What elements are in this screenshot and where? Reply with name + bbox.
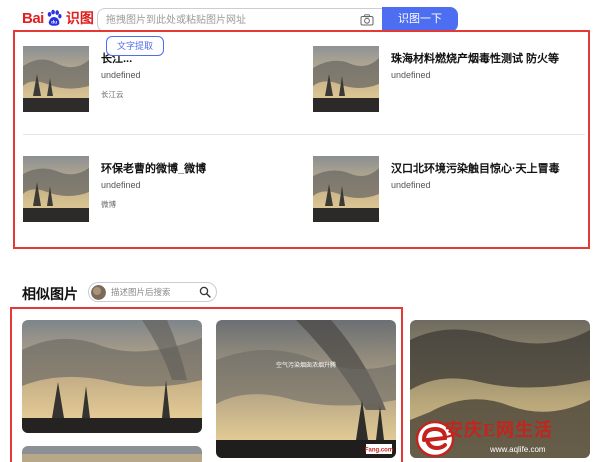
identify-results-panel: 长江... undefined 长江云 珠海材料燃烧产烟毒性测试 防火等 und… (13, 30, 590, 249)
logo-text: Bai (22, 9, 44, 27)
result-thumbnail[interactable] (313, 46, 379, 112)
image-caption: 空气污染烟囱浓烟升腾 (275, 363, 336, 369)
similar-image[interactable]: Fang.com 空气污染烟囱浓烟升腾 (216, 320, 396, 458)
result-card[interactable]: 长江... undefined 长江云 (23, 46, 293, 130)
result-source: 微博 (101, 200, 116, 209)
result-card[interactable]: 环保老曹的微博_微博 undefined 微博 (23, 156, 293, 240)
top-header: Bai du 识图 识图一下 (0, 0, 600, 34)
result-subtitle: undefined (101, 180, 141, 190)
result-title[interactable]: 汉口北环境污染触目惊心·天上冒毒 (391, 160, 560, 176)
result-subtitle: undefined (101, 70, 141, 80)
watermark-url: www.aqlife.com (490, 445, 546, 454)
image-url-input[interactable] (106, 9, 351, 31)
result-subtitle: undefined (391, 70, 431, 80)
watermark-brand: 安庆E网生活 (445, 420, 554, 440)
result-title[interactable]: 珠海材料燃烧产烟毒性测试 防火等 (391, 50, 559, 66)
logo-subtitle: 识图 (65, 10, 94, 26)
search-button[interactable]: 识图一下 (382, 7, 458, 32)
similar-images-title: 相似图片 (22, 286, 78, 302)
result-card[interactable]: 汉口北环境污染触目惊心·天上冒毒 undefined (313, 156, 583, 240)
paw-icon: du (47, 9, 62, 26)
result-thumbnail[interactable] (23, 46, 89, 112)
result-source: 长江云 (101, 90, 124, 99)
text-extract-button[interactable]: 文字提取 (106, 36, 164, 56)
result-card[interactable]: 珠海材料燃烧产烟毒性测试 防火等 undefined (313, 46, 583, 130)
result-title[interactable]: 环保老曹的微博_微博 (101, 160, 206, 176)
similar-image[interactable] (22, 320, 202, 433)
baidu-logo[interactable]: Bai du 识图 (22, 8, 94, 28)
image-search-box (97, 8, 382, 32)
svg-text:du: du (51, 20, 57, 26)
search-icon[interactable] (199, 286, 211, 298)
svg-text:Fang.com: Fang.com (365, 448, 393, 454)
result-thumbnail[interactable] (313, 156, 379, 222)
similar-search-box (88, 282, 217, 302)
result-subtitle: undefined (391, 180, 431, 190)
query-image-avatar (91, 285, 106, 300)
result-thumbnail[interactable] (23, 156, 89, 222)
results-divider (23, 134, 585, 135)
camera-icon[interactable] (360, 14, 374, 26)
similar-image[interactable] (22, 446, 202, 462)
site-watermark: 安庆E网生活 www.aqlife.com (412, 414, 600, 462)
describe-image-input[interactable] (111, 283, 199, 301)
